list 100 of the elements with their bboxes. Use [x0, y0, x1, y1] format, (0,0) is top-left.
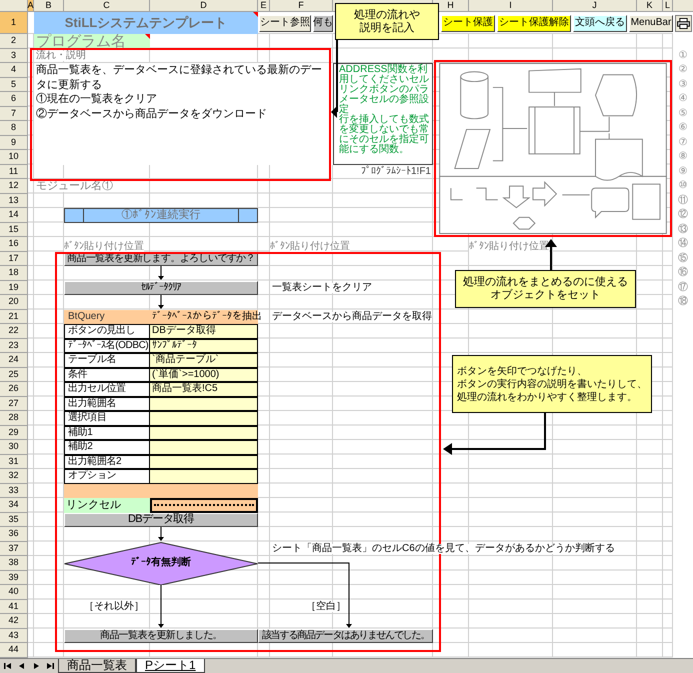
column-header[interactable]: F: [270, 0, 333, 12]
row-header[interactable]: 28: [0, 411, 28, 426]
header-strip: [673, 0, 693, 12]
row-header[interactable]: 40: [0, 585, 28, 600]
row-header[interactable]: 9: [0, 136, 28, 150]
callout-text: 処理の流れや: [354, 8, 420, 22]
row-header[interactable]: 36: [0, 527, 28, 542]
query-title-cell: ﾃﾞｰﾀﾍﾞｰｽからﾃﾞｰﾀを抽出: [150, 310, 258, 324]
column-header[interactable]: K: [637, 0, 663, 12]
printer-icon[interactable]: [675, 14, 692, 32]
margin-number: ⑨: [678, 166, 688, 177]
margin-number: ⑥: [678, 123, 688, 134]
margin-number: ⑭: [678, 239, 688, 250]
row-header[interactable]: 37: [0, 542, 28, 556]
row-header[interactable]: 25: [0, 368, 28, 382]
row-header[interactable]: 7: [0, 106, 28, 121]
clear-data-button[interactable]: ｾﾙﾃﾞｰﾀｸﾘｱ: [64, 280, 258, 295]
row-header[interactable]: 27: [0, 396, 28, 411]
column-header[interactable]: D: [150, 0, 258, 12]
row-header[interactable]: 42: [0, 614, 28, 628]
row-header[interactable]: 1: [0, 12, 28, 34]
description-text: ①現在の一覧表をクリア: [36, 92, 158, 106]
row-header[interactable]: 35: [0, 512, 28, 527]
column-header[interactable]: B: [34, 0, 64, 12]
flow-arrow: [158, 526, 164, 541]
parameter-value: (`単価`>=1000): [150, 368, 258, 382]
parameter-label: ﾃﾞｰﾀﾍﾞｰｽ名(ODBC): [64, 338, 150, 353]
row-header[interactable]: 29: [0, 426, 28, 440]
parameter-value: DBデータ取得: [150, 324, 258, 338]
toolbar-button[interactable]: MenuBar: [629, 14, 673, 32]
end-message-button[interactable]: 商品一覧表を更新しました。: [64, 628, 258, 643]
row-header[interactable]: 2: [0, 34, 28, 48]
column-header[interactable]: I: [469, 0, 553, 12]
row-header[interactable]: 23: [0, 338, 28, 353]
row-header[interactable]: 21: [0, 310, 28, 324]
row-header[interactable]: 20: [0, 295, 28, 310]
sheet-tab[interactable]: 商品一覧表: [58, 658, 136, 673]
template-title: StiLLシステムテンプレート: [34, 12, 258, 34]
margin-number: ⑦: [678, 138, 688, 148]
toolbar-button[interactable]: シート保護解除: [497, 14, 571, 32]
row-header[interactable]: 3: [0, 48, 28, 63]
row-header[interactable]: 24: [0, 353, 28, 368]
margin-number: ⑫: [678, 210, 688, 220]
row-header[interactable]: 38: [0, 556, 28, 570]
row-header[interactable]: 13: [0, 194, 28, 208]
row-header[interactable]: 18: [0, 266, 28, 280]
link-cell-field[interactable]: [150, 498, 258, 512]
column-header[interactable]: L: [663, 0, 673, 12]
last-sheet-icon[interactable]: [46, 662, 54, 670]
row-header[interactable]: 22: [0, 324, 28, 338]
row-header[interactable]: 26: [0, 382, 28, 396]
step-comment: 一覧表シートをクリア: [272, 282, 372, 293]
row-header[interactable]: 4: [0, 63, 28, 78]
toolbar-button[interactable]: 何も: [313, 14, 333, 32]
row-header[interactable]: 12: [0, 179, 28, 194]
row-header[interactable]: 15: [0, 222, 28, 237]
row-header[interactable]: 32: [0, 469, 28, 484]
margin-number: ④: [678, 94, 688, 104]
end-message-button[interactable]: 該当する商品データはありませんでした。: [258, 628, 433, 643]
row-header[interactable]: 5: [0, 78, 28, 92]
column-header[interactable]: C: [64, 0, 150, 12]
row-header[interactable]: 8: [0, 121, 28, 136]
first-sheet-icon[interactable]: [4, 662, 12, 670]
row-header[interactable]: 19: [0, 280, 28, 295]
toolbar-button[interactable]: 文頭へ戻る: [573, 14, 627, 32]
row-header[interactable]: 16: [0, 237, 28, 252]
row-header[interactable]: 14: [0, 208, 28, 222]
next-sheet-icon[interactable]: [32, 662, 40, 670]
row-header[interactable]: 39: [0, 570, 28, 585]
row-header[interactable]: 31: [0, 454, 28, 469]
query-name-cell: BtQuery: [64, 310, 150, 324]
row-header[interactable]: 34: [0, 498, 28, 512]
toolbar-button[interactable]: シート参照: [259, 14, 311, 32]
margin-number: ⑧: [678, 152, 688, 162]
note-text: ADDRESS関数を利用してくださいセルリンクボタンのパラメータセルの参照設定: [339, 65, 430, 115]
row-header[interactable]: 11: [0, 164, 28, 179]
row-header[interactable]: 33: [0, 484, 28, 498]
row-header[interactable]: 6: [0, 92, 28, 106]
row-header[interactable]: 17: [0, 252, 28, 266]
row-header[interactable]: 44: [0, 643, 28, 658]
row-header[interactable]: 41: [0, 600, 28, 614]
column-header[interactable]: A: [28, 0, 34, 12]
callout-text: 処理の流れをわかりやすく整理します。: [457, 390, 637, 404]
row-header[interactable]: 10: [0, 150, 28, 164]
parameter-label: テーブル名: [64, 353, 150, 368]
decision-diamond[interactable]: ﾃﾞｰﾀ有無判断: [64, 542, 258, 585]
margin-number: ⑬: [678, 224, 688, 235]
parameter-label: 補助2: [64, 440, 150, 454]
fetch-data-button[interactable]: DBデータ取得: [64, 512, 258, 527]
sheet-tab[interactable]: Pシート1: [136, 658, 205, 673]
toolbar-button[interactable]: シート保護: [441, 14, 495, 32]
row-header[interactable]: 30: [0, 440, 28, 454]
description-text: ②データベースから商品データをダウンロード: [36, 106, 268, 121]
previous-sheet-icon[interactable]: [18, 662, 26, 670]
margin-number: ②: [678, 65, 688, 76]
flow-arrow: [158, 584, 164, 628]
column-header[interactable]: E: [258, 0, 270, 12]
column-header[interactable]: J: [553, 0, 637, 12]
parameter-value: 商品一覧表!C5: [150, 382, 258, 396]
row-header[interactable]: 43: [0, 628, 28, 643]
